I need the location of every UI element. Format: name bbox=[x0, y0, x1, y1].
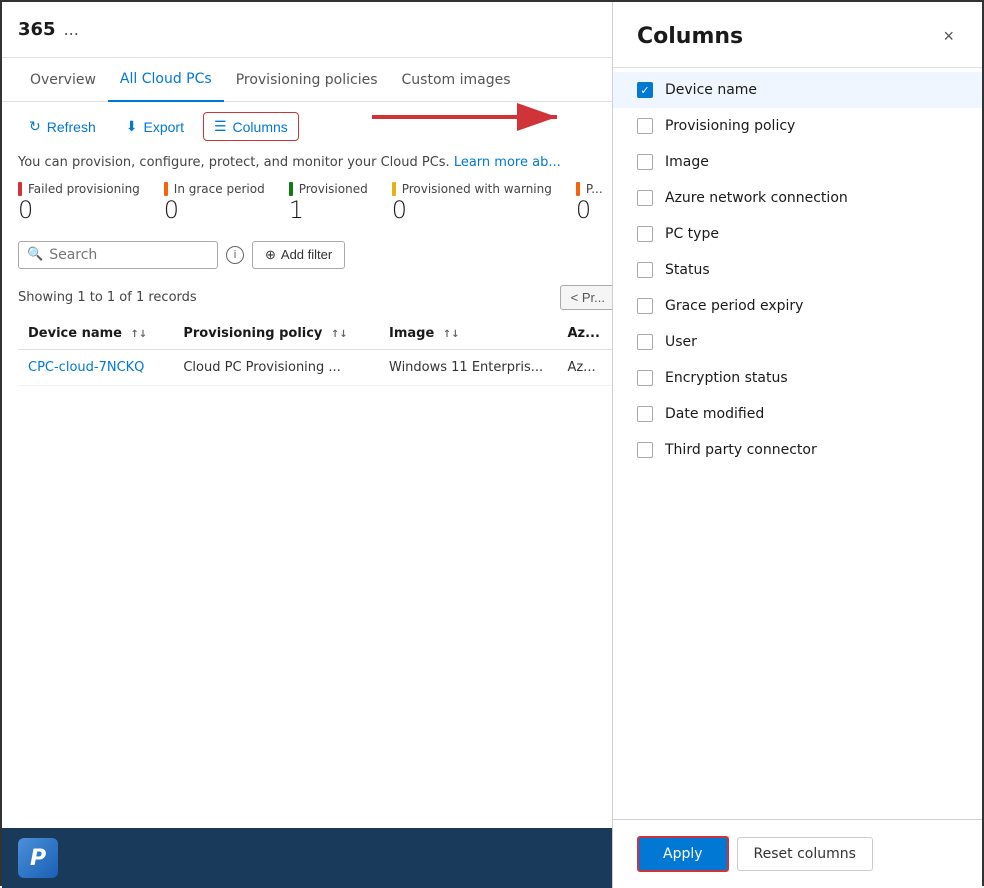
other-indicator bbox=[576, 182, 580, 196]
col-header-device-name[interactable]: Device name ↑↓ bbox=[18, 318, 173, 350]
column-item-date-modified[interactable]: Date modified bbox=[613, 396, 982, 432]
table-row: CPC-cloud-7NCKQ Cloud PC Provisioning ..… bbox=[18, 349, 616, 385]
add-filter-button[interactable]: ⊕ Add filter bbox=[252, 241, 345, 269]
learn-more-link[interactable]: Learn more ab... bbox=[454, 155, 561, 170]
search-box: 🔍 bbox=[18, 241, 218, 269]
tab-overview[interactable]: Overview bbox=[18, 58, 108, 102]
columns-icon: ☰ bbox=[214, 118, 227, 135]
column-label-device-name: Device name bbox=[665, 82, 757, 98]
data-table: Device name ↑↓ Provisioning policy ↑↓ Im… bbox=[18, 318, 616, 386]
reset-columns-button[interactable]: Reset columns bbox=[737, 837, 873, 871]
table-header-row: Device name ↑↓ Provisioning policy ↑↓ Im… bbox=[18, 318, 616, 350]
column-label-image: Image bbox=[665, 154, 709, 170]
close-panel-button[interactable]: × bbox=[939, 22, 958, 51]
info-text: You can provision, configure, protect, a… bbox=[2, 151, 632, 182]
failed-indicator bbox=[18, 182, 22, 196]
column-item-pc-type[interactable]: PC type bbox=[613, 216, 982, 252]
checkbox-pc-type[interactable] bbox=[637, 226, 653, 242]
sort-icon-device: ↑↓ bbox=[131, 329, 148, 340]
tab-provisioning-policies[interactable]: Provisioning policies bbox=[224, 58, 390, 102]
column-item-image[interactable]: Image bbox=[613, 144, 982, 180]
stat-provisioned: Provisioned 1 bbox=[289, 182, 368, 225]
refresh-button[interactable]: ↻ Refresh bbox=[18, 112, 107, 141]
brand-icon: P bbox=[18, 838, 58, 878]
panel-title: Columns bbox=[637, 24, 743, 49]
checkbox-azure-network[interactable] bbox=[637, 190, 653, 206]
column-item-grace-period[interactable]: Grace period expiry bbox=[613, 288, 982, 324]
table-container: Device name ↑↓ Provisioning policy ↑↓ Im… bbox=[2, 318, 632, 386]
panel-header: Columns × bbox=[613, 2, 982, 68]
checkbox-grace-period[interactable] bbox=[637, 298, 653, 314]
sort-icon-image: ↑↓ bbox=[443, 329, 460, 340]
filter-icon: ⊕ bbox=[265, 247, 276, 263]
columns-button[interactable]: ☰ Columns bbox=[203, 112, 299, 141]
column-item-provisioning-policy[interactable]: Provisioning policy bbox=[613, 108, 982, 144]
column-label-pc-type: PC type bbox=[665, 226, 719, 242]
checkbox-provisioning-policy[interactable] bbox=[637, 118, 653, 134]
checkbox-device-name[interactable] bbox=[637, 82, 653, 98]
stat-grace-period: In grace period 0 bbox=[164, 182, 265, 225]
column-label-grace-period: Grace period expiry bbox=[665, 298, 803, 314]
column-label-status: Status bbox=[665, 262, 710, 278]
search-icon: 🔍 bbox=[27, 247, 43, 262]
cell-provisioning-policy: Cloud PC Provisioning ... bbox=[173, 349, 379, 385]
stat-provisioned-warning: Provisioned with warning 0 bbox=[392, 182, 552, 225]
top-bar: 365 ... bbox=[2, 2, 632, 58]
sort-icon-policy: ↑↓ bbox=[331, 329, 348, 340]
column-item-third-party[interactable]: Third party connector bbox=[613, 432, 982, 468]
column-item-encryption[interactable]: Encryption status bbox=[613, 360, 982, 396]
search-filter-row: 🔍 i ⊕ Add filter bbox=[2, 241, 632, 281]
checkbox-encryption[interactable] bbox=[637, 370, 653, 386]
stat-failed-provisioning: Failed provisioning 0 bbox=[18, 182, 140, 225]
column-label-date-modified: Date modified bbox=[665, 406, 764, 422]
columns-list: Device name Provisioning policy Image Az… bbox=[613, 68, 982, 819]
prev-button[interactable]: < Pr... bbox=[560, 285, 616, 310]
column-label-user: User bbox=[665, 334, 697, 350]
checkbox-user[interactable] bbox=[637, 334, 653, 350]
tabs-container: Overview All Cloud PCs Provisioning poli… bbox=[2, 58, 632, 102]
provisioned-indicator bbox=[289, 182, 293, 196]
column-item-device-name[interactable]: Device name bbox=[613, 72, 982, 108]
stats-row: Failed provisioning 0 In grace period 0 … bbox=[2, 182, 632, 241]
records-info: Showing 1 to 1 of 1 records < Pr... bbox=[2, 281, 632, 318]
red-arrow bbox=[372, 97, 572, 141]
grace-indicator bbox=[164, 182, 168, 196]
column-item-azure-network[interactable]: Azure network connection bbox=[613, 180, 982, 216]
col-header-az[interactable]: Az... bbox=[557, 318, 616, 350]
tab-custom-images[interactable]: Custom images bbox=[390, 58, 523, 102]
col-header-image[interactable]: Image ↑↓ bbox=[379, 318, 557, 350]
cell-image: Windows 11 Enterpris... bbox=[379, 349, 557, 385]
checkbox-third-party[interactable] bbox=[637, 442, 653, 458]
warning-indicator bbox=[392, 182, 396, 196]
stat-other: P... 0 bbox=[576, 182, 603, 225]
columns-panel: Columns × Device name Provisioning polic… bbox=[612, 2, 982, 888]
export-button[interactable]: ⬇ Export bbox=[115, 112, 195, 141]
column-label-azure-network: Azure network connection bbox=[665, 190, 848, 206]
bottom-bar: P bbox=[2, 828, 632, 888]
apply-button[interactable]: Apply bbox=[637, 836, 729, 872]
cell-az: Az... bbox=[557, 349, 616, 385]
checkbox-image[interactable] bbox=[637, 154, 653, 170]
column-label-encryption: Encryption status bbox=[665, 370, 788, 386]
export-icon: ⬇ bbox=[126, 118, 138, 135]
panel-footer: Apply Reset columns bbox=[613, 819, 982, 888]
column-label-provisioning-policy: Provisioning policy bbox=[665, 118, 795, 134]
app-menu[interactable]: ... bbox=[64, 20, 79, 39]
col-header-provisioning-policy[interactable]: Provisioning policy ↑↓ bbox=[173, 318, 379, 350]
info-icon[interactable]: i bbox=[226, 246, 244, 264]
column-label-third-party: Third party connector bbox=[665, 442, 817, 458]
refresh-icon: ↻ bbox=[29, 118, 41, 135]
app-title: 365 bbox=[18, 19, 56, 40]
search-input[interactable] bbox=[49, 247, 189, 263]
checkbox-status[interactable] bbox=[637, 262, 653, 278]
checkbox-date-modified[interactable] bbox=[637, 406, 653, 422]
cell-device-name[interactable]: CPC-cloud-7NCKQ bbox=[18, 349, 173, 385]
column-item-status[interactable]: Status bbox=[613, 252, 982, 288]
column-item-user[interactable]: User bbox=[613, 324, 982, 360]
tab-all-cloud-pcs[interactable]: All Cloud PCs bbox=[108, 58, 224, 102]
